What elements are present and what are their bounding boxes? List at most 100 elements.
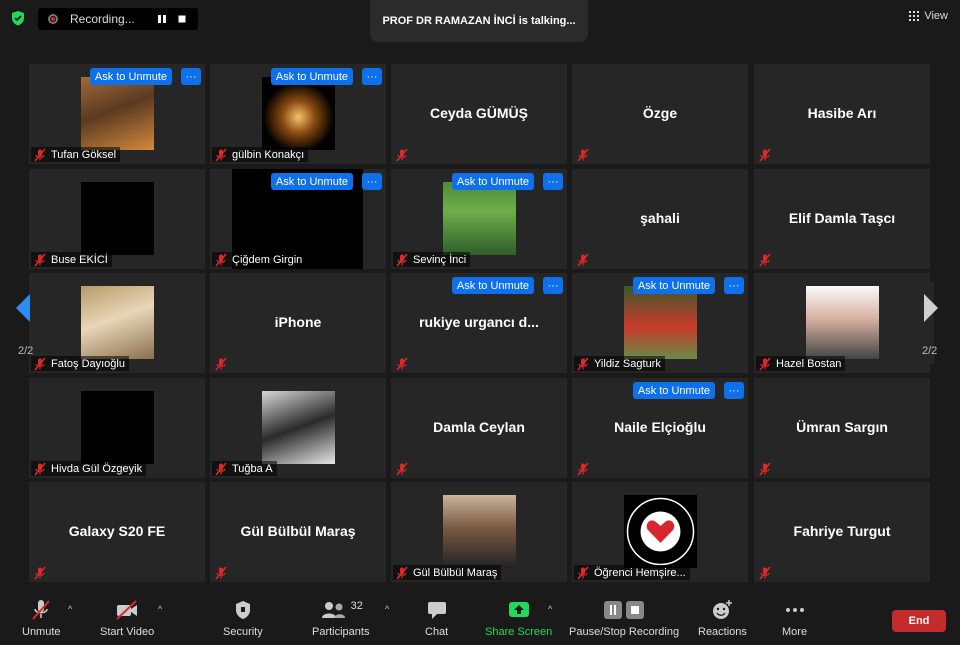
page-indicator-left: 2/2 [18,345,34,357]
more-dots-icon [785,608,804,612]
reactions-smiley-icon [713,600,733,619]
participant-tile[interactable]: Çiğdem Girgin Ask to Unmute ··· [210,169,386,269]
video-off-icon [116,600,138,620]
participant-name: Çiğdem Girgin [232,253,303,266]
shield-icon[interactable] [10,10,26,26]
muted-mic-icon [214,148,228,162]
participant-tile[interactable]: gülbin Konakçı Ask to Unmute ··· [210,64,386,164]
participant-more-button[interactable]: ··· [181,68,201,85]
participant-logo-image [624,495,697,568]
participant-tile[interactable]: Damla Ceylan [391,378,567,478]
muted-mic-icon [214,357,228,371]
recording-indicator: Recording... [38,8,198,30]
participant-name-tag [574,147,598,162]
participants-button[interactable]: 32 Participants [312,598,369,638]
participants-count: 32 [350,600,363,612]
participant-name-tag [756,565,780,580]
muted-mic-icon [33,566,47,580]
view-button[interactable]: View [909,10,948,22]
participant-tile[interactable]: Galaxy S20 FE [29,482,205,582]
recording-label: Recording... [70,12,135,26]
ask-to-unmute-button[interactable]: Ask to Unmute [632,277,715,294]
participant-more-button[interactable]: ··· [543,277,563,294]
muted-mic-icon [214,253,228,267]
more-label: More [782,626,808,638]
participant-name: Tuğba A [232,462,273,475]
participant-name: gülbin Konakçı [232,148,305,161]
participant-center-name: Ümran Sargın [796,419,888,435]
meeting-toolbar: Unmute ^ Start Video ^ Security 32 Parti… [0,592,960,645]
participant-tile[interactable]: Ceyda GÜMÜŞ [391,64,567,164]
participant-tile[interactable]: Naile Elçioğlu Ask to Unmute ··· [572,378,748,478]
participants-caret-icon[interactable]: ^ [385,604,389,614]
muted-mic-icon [576,357,590,371]
security-button[interactable]: Security [223,598,263,638]
participant-tile[interactable]: Özge [572,64,748,164]
participant-name-tag: Fatoş Dayıoğlu [31,356,129,371]
prev-page-arrow-icon[interactable] [10,280,34,336]
participant-tile[interactable]: Gül Bülbül Maraş [391,482,567,582]
participant-name-tag: Hazel Bostan [756,356,846,371]
participant-video [443,495,516,568]
top-bar: Recording... PROF DR RAMAZAN İNCİ is tal… [0,0,960,42]
ask-to-unmute-button[interactable]: Ask to Unmute [89,68,172,85]
participant-tile[interactable]: Hasibe Arı [754,64,930,164]
participant-tile[interactable]: Gül Bülbül Maraş [210,482,386,582]
ask-to-unmute-button[interactable]: Ask to Unmute [270,68,353,85]
muted-mic-icon [576,148,590,162]
participant-tile[interactable]: Hivda Gül Özgeyik [29,378,205,478]
next-page-arrow-icon[interactable] [918,280,942,336]
participant-more-button[interactable]: ··· [724,277,744,294]
end-meeting-button[interactable]: End [892,610,946,632]
start-video-button[interactable]: Start Video [100,598,154,638]
participant-tile[interactable]: şahali [572,169,748,269]
muted-mic-icon [33,148,47,162]
participant-name-tag [31,565,55,580]
participant-tile[interactable]: Yildiz Sagturk Ask to Unmute ··· [572,273,748,373]
participant-tile[interactable]: iPhone [210,273,386,373]
reactions-button[interactable]: Reactions [698,598,747,638]
participant-tile[interactable]: Öğrenci Hemşire... [572,482,748,582]
participant-name-tag [393,461,417,476]
share-screen-button[interactable]: Share Screen [485,598,552,638]
security-shield-icon [235,601,250,619]
participant-tile[interactable]: rukiye urgancı d... Ask to Unmute ··· [391,273,567,373]
muted-mic-icon [395,253,409,267]
share-options-caret-icon[interactable]: ^ [548,604,552,614]
muted-mic-icon [576,253,590,267]
participant-more-button[interactable]: ··· [724,382,744,399]
participant-more-button[interactable]: ··· [362,173,382,190]
more-button[interactable]: More [782,598,807,638]
unmute-button[interactable]: Unmute [22,598,61,638]
participant-more-button[interactable]: ··· [362,68,382,85]
chat-button[interactable]: Chat [425,598,448,638]
participant-tile[interactable]: Fahriye Turgut [754,482,930,582]
muted-mic-icon [33,357,47,371]
pause-stop-recording-button[interactable]: Pause/Stop Recording [569,598,679,638]
participant-name-tag [393,356,417,371]
ask-to-unmute-button[interactable]: Ask to Unmute [632,382,715,399]
participant-tile[interactable]: Tufan Göksel Ask to Unmute ··· [29,64,205,164]
video-options-caret-icon[interactable]: ^ [158,604,162,614]
participant-tile[interactable]: Ümran Sargın [754,378,930,478]
participant-tile[interactable]: Buse EKİCİ [29,169,205,269]
muted-mic-icon [576,566,590,580]
audio-options-caret-icon[interactable]: ^ [68,604,72,614]
participant-tile[interactable]: Elif Damla Taşcı [754,169,930,269]
muted-mic-icon [32,600,51,620]
ask-to-unmute-button[interactable]: Ask to Unmute [451,277,534,294]
stop-recording-icon[interactable] [174,11,190,27]
ask-to-unmute-button[interactable]: Ask to Unmute [270,173,353,190]
participant-tile[interactable]: Fatoş Dayıoğlu [29,273,205,373]
ask-to-unmute-button[interactable]: Ask to Unmute [451,173,534,190]
participant-name-tag [212,565,236,580]
participant-tile[interactable]: Tuğba A [210,378,386,478]
pause-stop-label: Pause/Stop Recording [569,626,680,638]
reactions-label: Reactions [698,626,747,638]
participant-more-button[interactable]: ··· [543,173,563,190]
participant-name: Fatoş Dayıoğlu [51,357,125,370]
pause-recording-icon[interactable] [154,11,170,27]
participant-tile[interactable]: Sevinç İnci Ask to Unmute ··· [391,169,567,269]
muted-mic-icon [395,357,409,371]
participant-center-name: Naile Elçioğlu [614,419,706,435]
